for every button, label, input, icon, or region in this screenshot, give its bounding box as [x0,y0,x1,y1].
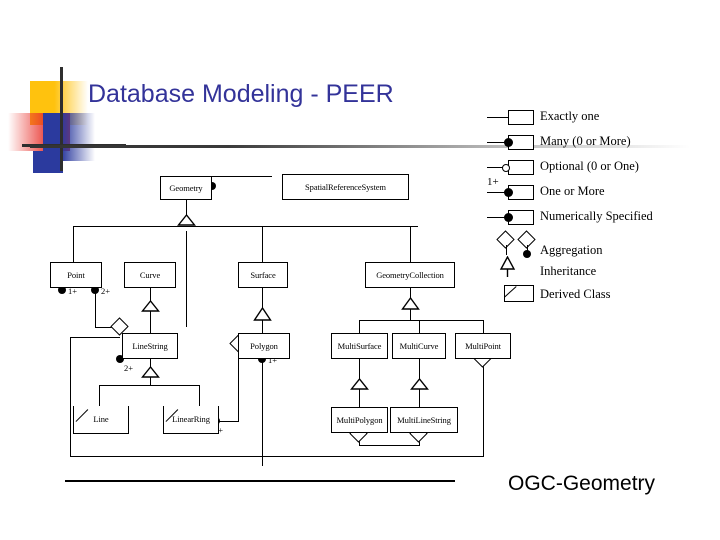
edge-multicurve-to-multilinestring [419,388,421,407]
class-label: Polygon [250,340,278,351]
edge-bottom-route-multi [359,445,419,447]
edge-bus-to-linearring [199,385,201,406]
class-label: SpatialReferenceSystem [305,181,386,192]
class-label: LinearRing [172,414,210,425]
class-box-multicurve[interactable]: MultiCurve [392,333,446,359]
edge-sub-bus [99,385,199,387]
class-label: MultiLineString [397,414,451,425]
class-box-geometry[interactable]: Geometry [160,176,212,200]
inheritance-triangle-surface [253,307,272,321]
class-box-line[interactable]: Line [73,406,129,434]
edge-bus-to-point [73,226,75,262]
edge-bus-to-multicurve [419,320,421,333]
edge-multisurface-to-multipolygon [359,388,361,407]
uml-class-diagram: 1+ 2+ 2+ 1+ 1+ Geometry SpatialReference… [0,0,720,540]
edge-surface-to-polygon [262,320,264,333]
edge-base-line [65,480,455,482]
class-box-geometry-collection[interactable]: GeometryCollection [365,262,455,288]
edge-bottom-route-up [70,337,72,457]
inheritance-triangle-curve [141,300,160,312]
inheritance-triangle-multisurface [350,378,369,390]
presentation-slide: Database Modeling - PEER Exactly one Man… [0,0,720,540]
class-label: MultiPolygon [336,414,383,425]
class-label: MultiCurve [399,340,439,351]
class-box-multisurface[interactable]: MultiSurface [331,333,388,359]
class-label: Surface [250,269,276,280]
inheritance-triangle-linestring [141,366,160,378]
multiplicity-linestring-2plus: 2+ [124,363,134,373]
class-box-multipoint[interactable]: MultiPoint [455,333,511,359]
edge-bottom-route-multipoint [70,456,484,458]
class-label: MultiPoint [465,340,501,351]
derived-class-marker [75,409,89,423]
edge-curve-to-linestring [150,311,152,333]
class-box-surface[interactable]: Surface [238,262,288,288]
class-label: Geometry [169,182,203,193]
inheritance-triangle-geomcollection [401,297,420,310]
edge-bus-to-geomcollection [410,226,412,262]
edge-multi-bus [359,320,484,322]
multiplicity-point-2plus: 2+ [101,286,111,296]
class-label: Curve [139,269,161,280]
edge-bus-to-surface [262,226,264,262]
class-label: MultiSurface [337,340,382,351]
class-box-polygon[interactable]: Polygon [238,333,290,359]
class-box-multipolygon[interactable]: MultiPolygon [331,407,388,433]
edge-geometry-srs [212,176,272,178]
class-box-linestring[interactable]: LineString [122,333,178,359]
edge-point-agg-down [95,290,97,328]
edge-bus-to-multipoint [483,320,485,333]
footer-caption: OGC-Geometry [508,472,656,495]
class-box-spatial-reference-system[interactable]: SpatialReferenceSystem [282,174,409,200]
inheritance-triangle-geometry [177,214,196,226]
edge-bus-to-multisurface [359,320,361,333]
class-label: LineString [132,340,168,351]
class-box-multilinestring[interactable]: MultiLineString [390,407,458,433]
edge-polygon-down-long [262,358,264,466]
class-box-linearring[interactable]: LinearRing [163,406,219,434]
class-label: GeometryCollection [376,269,444,280]
edge-multipoint-agg-down [483,358,485,457]
inheritance-triangle-multicurve [410,378,429,390]
edge-multicurve-down [419,358,421,379]
edge-route-to-linestring [70,337,120,339]
class-box-point[interactable]: Point [50,262,102,288]
edge-multisurface-down [359,358,361,379]
class-box-curve[interactable]: Curve [124,262,176,288]
edge-bus-to-line [99,385,101,406]
edge-geometry-to-bus [186,231,188,327]
edge-linearring-agg-across [219,421,239,423]
class-label: Line [93,414,109,425]
class-label: Point [67,269,85,280]
edge-bus-main [73,226,418,228]
